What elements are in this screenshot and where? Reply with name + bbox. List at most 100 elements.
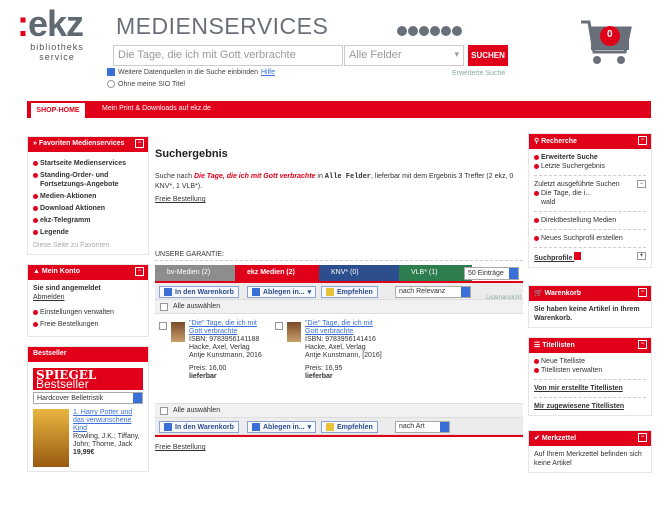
search-profiles[interactable]: Suchprofile + xyxy=(534,252,646,263)
account-header[interactable]: ▲ Mein Konto − xyxy=(28,265,148,280)
account-body: Sie sind angemeldet Abmelden Einstellung… xyxy=(28,280,148,336)
search-button[interactable]: SUCHEN xyxy=(468,45,508,66)
ekz-logo[interactable]: :ekz bibliotheks service xyxy=(17,6,97,63)
help-link[interactable]: Hilfe xyxy=(261,69,275,76)
result-title[interactable]: "Die" Tage, die ich mit Gott verbrachte xyxy=(305,320,383,336)
add-to-cart-button[interactable]: In den Warenkorb xyxy=(159,421,239,433)
tab-vlb[interactable]: VLB* (1) xyxy=(399,265,472,281)
favorites-header[interactable]: » Favoriten Medienservices − xyxy=(28,137,148,152)
fav-hint[interactable]: Diese Seite zu Favoriten xyxy=(33,241,143,250)
memo-header[interactable]: ✔ Merkzettel − xyxy=(529,431,651,446)
collapse-icon[interactable]: − xyxy=(638,136,647,145)
radio-sio[interactable] xyxy=(107,80,115,88)
my-titlelists-link[interactable]: Von mir erstellte Titellisten xyxy=(534,384,646,393)
tab-ekz-medien[interactable]: ekz Medien (2) xyxy=(235,265,319,281)
collapse-icon[interactable]: − xyxy=(638,433,647,442)
result-toolbar-bottom: In den Warenkorb Ablegen in... ▾ Empfehl… xyxy=(155,418,523,435)
direct-order-link[interactable]: Direktbestellung Medien xyxy=(534,216,646,225)
manage-titlelists-link[interactable]: Titellisten verwalten xyxy=(534,366,646,375)
store-in-button[interactable]: Ablegen in... ▾ xyxy=(247,286,317,298)
result-availability: lieferbar xyxy=(189,373,217,380)
mail-icon[interactable] xyxy=(441,26,451,36)
memo-title: Merkzettel xyxy=(541,435,577,442)
tab-shop-home[interactable]: SHOP-HOME xyxy=(31,103,85,118)
bestseller-category-select[interactable]: Hardcover Belletristik xyxy=(33,392,143,404)
result-cover[interactable] xyxy=(171,322,185,342)
assigned-titlelists-link[interactable]: Mir zugewiesene Titellisten xyxy=(534,402,646,411)
new-profile-link[interactable]: Neues Suchprofil erstellen xyxy=(534,234,646,243)
field-select[interactable]: Alle Felder ▾ xyxy=(344,45,464,66)
account-link-orders[interactable]: Freie Bestellungen xyxy=(33,320,143,329)
recommend-button[interactable]: Empfehlen xyxy=(321,421,378,433)
result-checkbox[interactable] xyxy=(275,322,283,330)
advanced-search-link[interactable]: Erweiterte Suche xyxy=(452,70,505,77)
sort-select-bottom[interactable]: nach Art xyxy=(395,421,450,433)
tab-bv-medien[interactable]: bv-Medien (2) xyxy=(155,265,235,281)
select-all-checkbox[interactable] xyxy=(160,406,168,415)
fav-item-legende[interactable]: Legende xyxy=(33,228,143,237)
facebook-icon[interactable] xyxy=(397,26,407,36)
fav-item-startseite[interactable]: Startseite Medienservices xyxy=(33,159,143,168)
fav-item-ekz-telegramm[interactable]: ekz-Telegramm xyxy=(33,216,143,225)
fav-item-standing-order[interactable]: Standing-Order- und Fortsetzungs-Angebot… xyxy=(33,171,143,189)
book-title[interactable]: 1. Harry Potter und das verwunschene Kin… xyxy=(73,409,143,433)
twitter-icon[interactable] xyxy=(408,26,418,36)
bestseller-header[interactable]: Bestseller xyxy=(28,347,148,362)
store-in-button[interactable]: Ablegen in... ▾ xyxy=(247,421,317,433)
bestseller-book[interactable]: 1. Harry Potter und das verwunschene Kin… xyxy=(33,409,143,467)
collapse-icon[interactable]: − xyxy=(638,340,647,349)
xing-icon[interactable] xyxy=(430,26,440,36)
result-price-value: Preis: 16,00 xyxy=(189,365,227,372)
book-cover[interactable] xyxy=(33,409,69,467)
select-all-row-bottom[interactable]: Alle auswählen xyxy=(155,404,523,418)
per-page-select[interactable]: 50 Einträge xyxy=(464,267,519,280)
result-title[interactable]: "Die" Tage, die ich mit Gott verbrachte xyxy=(189,320,267,336)
titlelists-header[interactable]: ☰ Titellisten − xyxy=(529,338,651,353)
cart-header[interactable]: 🛒 Warenkorb − xyxy=(529,286,651,301)
collapse-icon[interactable]: − xyxy=(135,139,144,148)
cart-icon[interactable] xyxy=(577,12,635,72)
tab-knv[interactable]: KNV* (0) xyxy=(319,265,399,281)
expand-icon[interactable]: + xyxy=(637,252,646,260)
recherche-last-results[interactable]: Letzte Suchergebnis xyxy=(534,162,646,171)
option-sio[interactable]: Ohne meine SIO Titel xyxy=(107,80,185,88)
result-item[interactable]: "Die" Tage, die ich mit Gott verbrachte … xyxy=(159,320,267,381)
free-order-link-bottom[interactable]: Freie Bestellung xyxy=(155,444,523,451)
option-datasources[interactable]: Weitere Datenquellen in die Suche einbin… xyxy=(107,68,275,76)
add-to-cart-button[interactable]: In den Warenkorb xyxy=(159,286,239,298)
free-order-link[interactable]: Freie Bestellung xyxy=(155,196,523,203)
list-view-link[interactable]: Listenansicht xyxy=(486,295,521,301)
logout-link[interactable]: Abmelden xyxy=(33,293,143,302)
new-titlelist-link[interactable]: Neue Titelliste xyxy=(534,357,646,366)
recherche-advanced[interactable]: Erweiterte Suche xyxy=(534,153,646,162)
result-item[interactable]: "Die" Tage, die ich mit Gott verbrachte … xyxy=(275,320,383,381)
select-all-checkbox[interactable] xyxy=(160,302,168,311)
last-search-item[interactable]: Die Tage, die i... xyxy=(534,189,646,198)
youtube-icon[interactable] xyxy=(419,26,429,36)
summary-pre: Suche nach xyxy=(155,173,192,180)
bestseller-body: SPIEGEL Bestseller Hardcover Belletristi… xyxy=(28,362,148,471)
result-availability: lieferbar xyxy=(305,373,333,380)
recherche-header[interactable]: ⚲ Recherche − xyxy=(529,134,651,149)
cart-small-icon xyxy=(164,288,172,296)
clear-icon[interactable]: − xyxy=(637,180,646,188)
social-icons xyxy=(397,26,462,36)
separator xyxy=(534,211,646,212)
fav-item-download-aktionen[interactable]: Download Aktionen xyxy=(33,204,143,213)
nav-text[interactable]: Mein Print & Downloads auf ekz.de xyxy=(102,105,211,112)
rss-icon[interactable] xyxy=(452,26,462,36)
result-checkbox[interactable] xyxy=(159,322,167,330)
account-link-settings[interactable]: Einstellungen verwalten xyxy=(33,308,143,317)
select-all-label: Alle auswählen xyxy=(173,407,221,414)
select-all-row-top[interactable]: Alle auswählen xyxy=(155,300,523,314)
folder-icon xyxy=(252,423,260,431)
chevron-down-icon xyxy=(133,393,142,403)
search-input[interactable]: Die Tage, die ich mit Gott verbrachte xyxy=(113,45,343,66)
checkbox-datasources[interactable] xyxy=(107,68,115,76)
recommend-button[interactable]: Empfehlen xyxy=(321,286,378,298)
collapse-icon[interactable]: − xyxy=(638,288,647,297)
fav-item-medien-aktionen[interactable]: Medien-Aktionen xyxy=(33,192,143,201)
collapse-icon[interactable]: − xyxy=(135,267,144,276)
result-cover[interactable] xyxy=(287,322,301,342)
sort-select-top[interactable]: nach Relevanz xyxy=(395,286,471,298)
